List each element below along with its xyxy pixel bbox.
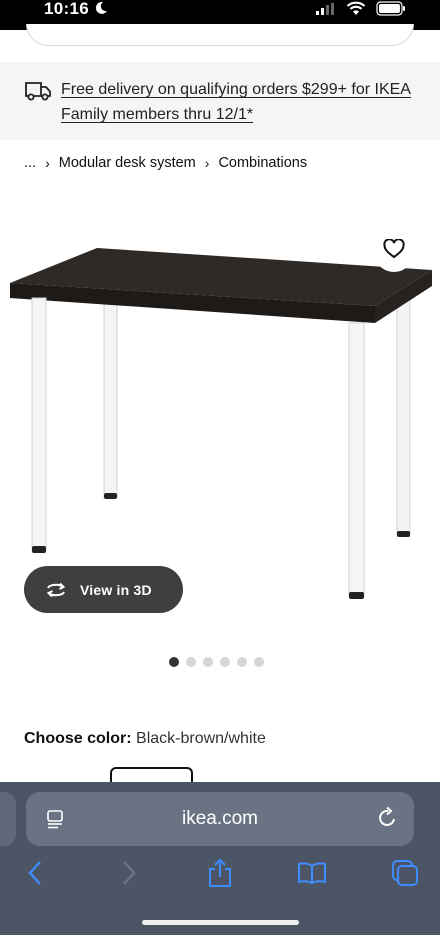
share-icon (209, 858, 231, 887)
safari-bottom-bar: ikea.com (0, 782, 440, 935)
chevron-right-icon: › (45, 155, 50, 171)
safari-toolbar (0, 858, 440, 898)
view-in-3d-label: View in 3D (80, 581, 152, 598)
status-time: 10:16 (44, 0, 89, 18)
breadcrumb-item-modular-desk-system[interactable]: Modular desk system (59, 155, 196, 171)
moon-icon (95, 1, 107, 14)
color-label: Choose color: (24, 730, 132, 747)
favorite-button[interactable] (374, 226, 414, 272)
bookmarks-icon (298, 862, 326, 885)
signal-icon (316, 3, 334, 15)
reload-icon[interactable] (376, 806, 400, 830)
breadcrumb-item-combinations[interactable]: Combinations (218, 155, 307, 171)
delivery-link[interactable]: Free delivery on qualifying orders $299+… (61, 77, 421, 127)
previous-tab-stub[interactable] (0, 792, 16, 846)
url-text[interactable]: ikea.com (26, 808, 414, 830)
truck-icon (25, 82, 51, 101)
carousel-dot[interactable] (203, 657, 213, 667)
chevron-right-icon: › (204, 155, 210, 171)
tabs-icon (392, 860, 418, 886)
delivery-banner[interactable]: Free delivery on qualifying orders $299+… (0, 62, 440, 140)
forward-icon (123, 861, 136, 885)
heart-icon (383, 239, 405, 259)
breadcrumb: ... › Modular desk system › Combinations (24, 155, 307, 171)
view-in-3d-button[interactable]: View in 3D (24, 566, 183, 613)
rotate-icon (46, 582, 66, 597)
battery-icon (376, 1, 405, 16)
home-indicator (142, 920, 299, 925)
back-icon (28, 861, 41, 885)
carousel-dot[interactable] (254, 657, 264, 667)
back-button[interactable] (20, 858, 50, 888)
carousel-dot[interactable] (220, 657, 230, 667)
color-selector: Choose color: Black-brown/white (24, 730, 266, 748)
address-bar[interactable]: ikea.com (26, 792, 414, 846)
forward-button[interactable] (114, 858, 144, 888)
carousel-dots (169, 657, 264, 667)
carousel-dot[interactable] (237, 657, 247, 667)
search-bar-stub[interactable] (26, 24, 414, 46)
breadcrumb-ellipsis[interactable]: ... (24, 155, 36, 171)
color-value: Black-brown/white (136, 730, 266, 747)
carousel-dot-active[interactable] (169, 657, 179, 667)
carousel-dot[interactable] (186, 657, 196, 667)
share-button[interactable] (205, 858, 235, 888)
wifi-icon (346, 1, 366, 15)
bookmarks-button[interactable] (297, 858, 327, 888)
tabs-button[interactable] (390, 858, 420, 888)
